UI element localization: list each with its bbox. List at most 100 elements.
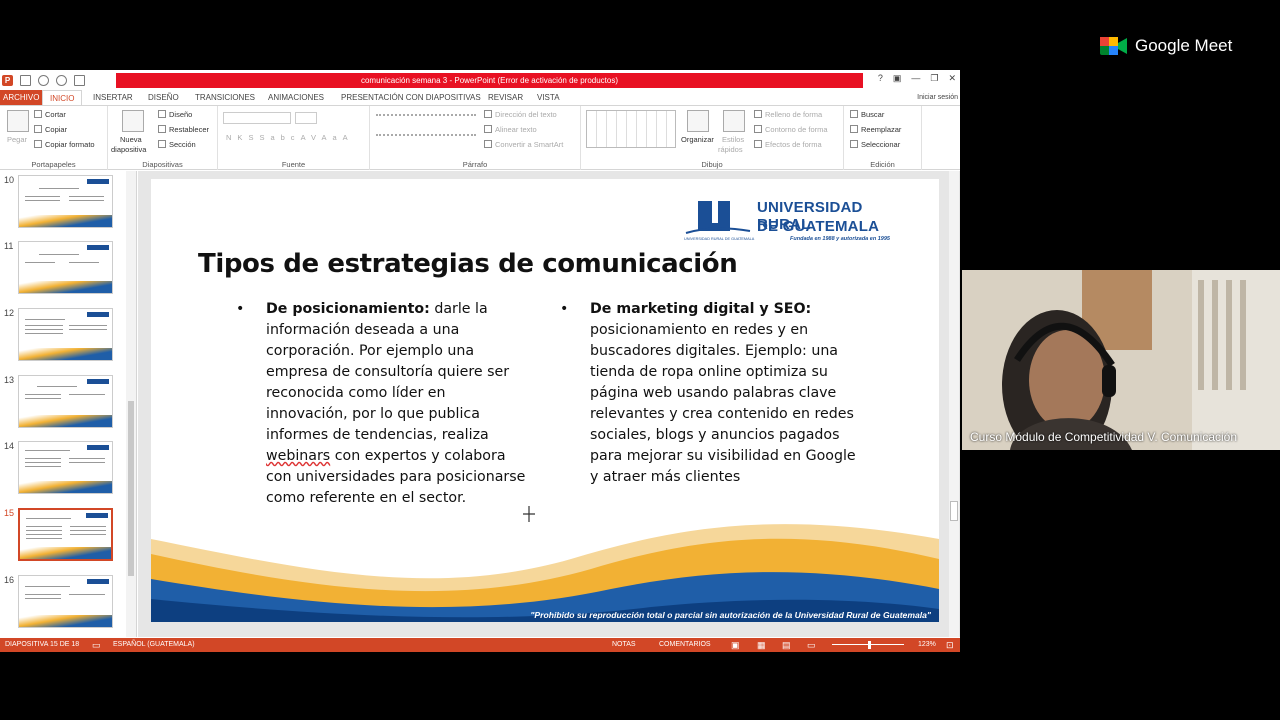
- shape-fill-button[interactable]: Relleno de forma: [754, 110, 822, 119]
- text-line: relevantes y crea contenido en redes: [590, 406, 854, 422]
- bullet-heading: De posicionamiento:: [266, 301, 430, 317]
- align-buttons[interactable]: [376, 134, 476, 143]
- slide-thumbnail[interactable]: 16: [0, 575, 125, 635]
- tab-revisar[interactable]: REVISAR: [488, 90, 523, 105]
- participant-video-tile[interactable]: Curso Módulo de Competitividad V. Comuni…: [962, 270, 1280, 450]
- spelling-check-icon[interactable]: ▭: [92, 638, 101, 652]
- slide-thumbnail[interactable]: 13: [0, 375, 125, 435]
- bullet-heading: De marketing digital y SEO:: [590, 301, 812, 317]
- shape-outline-button[interactable]: Contorno de forma: [754, 125, 828, 134]
- reading-view-icon[interactable]: ▤: [782, 638, 791, 652]
- reset-button[interactable]: Restablecer: [158, 125, 209, 134]
- section-button[interactable]: Sección: [158, 140, 196, 149]
- tab-insertar[interactable]: INSERTAR: [93, 90, 133, 105]
- thumbnails-scrollbar[interactable]: [126, 171, 136, 637]
- font-size-input[interactable]: [295, 112, 317, 124]
- quick-styles-label-2[interactable]: rápidos: [718, 145, 743, 154]
- tab-transiciones[interactable]: TRANSICIONES: [195, 90, 255, 105]
- text-line: y atraer más clientes: [590, 469, 741, 485]
- sign-in-link[interactable]: Iniciar sesión: [917, 90, 958, 105]
- paste-icon[interactable]: [7, 110, 29, 132]
- new-slide-label-2[interactable]: diapositiva: [111, 145, 146, 154]
- thumbnail-image[interactable]: [18, 308, 113, 361]
- select-button[interactable]: Seleccionar: [850, 140, 900, 149]
- shapes-gallery[interactable]: [586, 110, 676, 148]
- tab-archivo[interactable]: ARCHIVO: [0, 90, 43, 105]
- copy-button[interactable]: Copiar: [34, 125, 67, 134]
- scrollbar-thumb[interactable]: [950, 501, 958, 521]
- minimize-button[interactable]: —: [911, 73, 920, 84]
- current-slide[interactable]: UNIVERSIDAD RURAL DE GUATEMALA Fundada e…: [151, 179, 939, 622]
- slide-title: Tipos de estrategias de comunicación: [198, 249, 738, 279]
- slide-thumbnail[interactable]: 12: [0, 308, 125, 368]
- language-indicator[interactable]: ESPAÑOL (GUATEMALA): [113, 638, 195, 652]
- logo-tagline: Fundada en 1988 y autorizada en 1995: [790, 236, 890, 242]
- find-button[interactable]: Buscar: [850, 110, 884, 119]
- save-icon[interactable]: [20, 74, 31, 86]
- new-slide-icon[interactable]: [122, 110, 144, 132]
- slide-thumbnail-selected[interactable]: 15: [0, 508, 125, 568]
- tab-diseno[interactable]: DISEÑO: [148, 90, 179, 105]
- quick-styles-button[interactable]: Estilos: [722, 135, 744, 144]
- fill-icon: [754, 110, 762, 118]
- arrange-icon[interactable]: [687, 110, 709, 132]
- thumbnail-image[interactable]: [18, 575, 113, 628]
- thumbnail-image[interactable]: [18, 441, 113, 494]
- reset-icon: [158, 125, 166, 133]
- fit-slide-icon[interactable]: ⊡: [946, 638, 954, 652]
- redo-icon[interactable]: [56, 74, 67, 86]
- layout-button[interactable]: Diseño: [158, 110, 192, 119]
- thumbnail-image[interactable]: [18, 375, 113, 428]
- text-direction-button[interactable]: Dirección del texto: [484, 110, 557, 119]
- align-text-button[interactable]: Alinear texto: [484, 125, 537, 134]
- slide-thumbnail[interactable]: 10: [0, 175, 125, 235]
- new-slide-label[interactable]: Nueva: [120, 135, 142, 144]
- ribbon: Pegar Cortar Copiar Copiar formato Porta…: [0, 105, 960, 170]
- smartart-button[interactable]: Convertir a SmartArt: [484, 140, 563, 149]
- replace-button[interactable]: Reemplazar: [850, 125, 901, 134]
- sorter-view-icon[interactable]: ▦: [757, 638, 766, 652]
- zoom-level[interactable]: 123%: [918, 638, 936, 652]
- tab-presentacion[interactable]: PRESENTACIÓN CON DIAPOSITIVAS: [341, 90, 481, 105]
- tab-vista[interactable]: VISTA: [537, 90, 560, 105]
- help-button[interactable]: ?: [878, 73, 883, 84]
- slide-thumbnail[interactable]: 11: [0, 241, 125, 301]
- slide-thumbnail[interactable]: 14: [0, 441, 125, 501]
- text-line: empresa de consultoría quiere ser: [266, 364, 510, 380]
- thumbnail-image[interactable]: [18, 241, 113, 294]
- title-bar: P comunicación semana 3 - PowerPoint (Er…: [0, 70, 960, 90]
- university-logo: UNIVERSIDAD RURAL DE GUATEMALA Fundada e…: [684, 197, 909, 247]
- text-direction-icon: [484, 110, 492, 118]
- university-emblem-icon: [685, 201, 751, 234]
- text-line: buscadores digitales. Ejemplo: una: [590, 343, 839, 359]
- zoom-slider-thumb[interactable]: [868, 641, 871, 649]
- text-line: tienda de ropa online optimiza su: [590, 364, 828, 380]
- font-name-input[interactable]: [223, 112, 291, 124]
- section-icon: [158, 140, 166, 148]
- scrollbar-thumb[interactable]: [128, 401, 134, 576]
- close-button[interactable]: ✕: [948, 73, 956, 84]
- tab-animaciones[interactable]: ANIMACIONES: [268, 90, 324, 105]
- shape-effects-button[interactable]: Efectos de forma: [754, 140, 822, 149]
- text-line: corporación. Por ejemplo una: [266, 343, 475, 359]
- quick-styles-icon[interactable]: [723, 110, 745, 132]
- comments-button[interactable]: COMENTARIOS: [659, 638, 711, 652]
- slide-scrollbar[interactable]: [949, 171, 959, 637]
- list-buttons[interactable]: [376, 114, 476, 123]
- arrange-button[interactable]: Organizar: [681, 135, 714, 144]
- notes-button[interactable]: NOTAS: [612, 638, 636, 652]
- ribbon-display-button[interactable]: ▣: [893, 73, 902, 84]
- cut-button[interactable]: Cortar: [34, 110, 66, 119]
- font-style-buttons[interactable]: NKSSabcAVAaA: [226, 133, 354, 142]
- restore-button[interactable]: ❐: [930, 73, 938, 84]
- format-painter-button[interactable]: Copiar formato: [34, 140, 95, 149]
- slideshow-view-icon[interactable]: ▭: [807, 638, 816, 652]
- thumbnail-image[interactable]: [18, 508, 113, 561]
- paste-button[interactable]: Pegar: [7, 135, 27, 144]
- undo-icon[interactable]: [38, 74, 49, 86]
- normal-view-icon[interactable]: ▣: [731, 638, 740, 652]
- tab-inicio[interactable]: INICIO: [42, 90, 83, 105]
- group-diapositivas: Nueva diapositiva Diseño Restablecer Sec…: [108, 106, 218, 170]
- start-slideshow-icon[interactable]: [74, 74, 85, 86]
- thumbnail-image[interactable]: [18, 175, 113, 228]
